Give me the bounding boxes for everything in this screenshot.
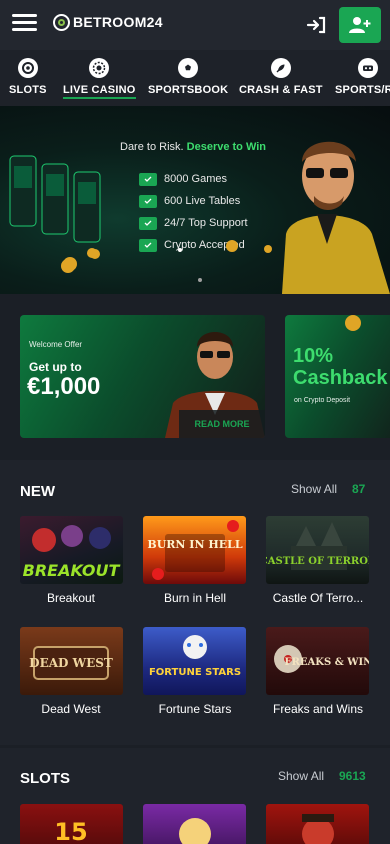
promo-carousel: Welcome Offer Get up to €1,000 READ MORE… [20, 315, 390, 438]
nav-item-sports-ra[interactable]: SPORTS/RA [335, 50, 390, 106]
games-count-badge: 9613 [339, 769, 366, 783]
cashback-percent: 10% [293, 345, 334, 367]
section-title: NEW [20, 483, 55, 500]
category-nav: SLOTS LIVE CASINO SPORTSBOOK CRASH & FAS… [0, 50, 390, 106]
coin-decorations [61, 240, 238, 282]
game-title: Castle Of Terro... [272, 591, 364, 605]
welcome-offer-card[interactable]: Welcome Offer Get up to €1,000 READ MORE [20, 315, 265, 438]
game-art: CASTLE OF TERROR [266, 522, 369, 570]
game-art-title: FREAKS & WINS [285, 657, 369, 668]
game-title: Dead West [41, 702, 101, 716]
game-tile-castle-of-terror[interactable]: CASTLE OF TERROR [266, 516, 369, 584]
slots-icon [17, 58, 38, 78]
live-casino-icon [89, 58, 110, 78]
add-user-icon [349, 17, 371, 33]
game-tile[interactable] [143, 804, 246, 844]
logo-mark-icon [53, 13, 70, 31]
promo-small-text: Welcome Offer [29, 340, 83, 349]
signup-button[interactable] [339, 7, 381, 43]
game-art: DEAD WEST [29, 646, 113, 680]
nav-label: SLOTS [9, 84, 47, 96]
game-tile[interactable] [266, 804, 369, 844]
game-tile-fortune-stars[interactable]: FORTUNE STARS [143, 627, 246, 695]
login-icon[interactable] [306, 15, 328, 35]
nav-label: CRASH & FAST [239, 84, 323, 96]
show-all-link[interactable]: Show All [278, 769, 324, 783]
game-art [302, 814, 334, 844]
vr-headset-icon [357, 58, 378, 78]
nav-item-sportsbook[interactable]: SPORTSBOOK [148, 50, 228, 106]
game-art-title: BREAKOUT [23, 561, 121, 580]
nav-item-crash-fast[interactable]: CRASH & FAST [239, 50, 323, 106]
hero-banner[interactable]: Dare to Risk. Deserve to Win 8000 Games … [0, 106, 390, 294]
game-title: Freaks and Wins [272, 702, 364, 716]
new-games-section: NEW Show All 87 BREAKOUT Breakout BURN I… [0, 460, 390, 745]
brand-logo[interactable]: BETROOM24 [53, 12, 163, 32]
game-art-title: CASTLE OF TERROR [266, 556, 369, 567]
game-art-title: DEAD WEST [29, 656, 113, 670]
soccer-ball-icon [178, 58, 199, 78]
game-title: Breakout [46, 591, 96, 605]
game-art-title: BURN IN HELL [147, 538, 242, 551]
promo-amount: €1,000 [27, 373, 101, 400]
game-art: BURN IN HELL [147, 520, 243, 580]
coin-decorations [345, 315, 361, 331]
cashback-word: Cashback [293, 367, 388, 389]
game-tile-freaks-and-wins[interactable]: FREAKS & WINS [266, 627, 369, 695]
game-tile[interactable]: 15 [20, 804, 123, 844]
promo-mid-text: Get up to [29, 360, 82, 374]
game-art: BREAKOUT [23, 525, 121, 580]
game-title: Fortune Stars [158, 702, 232, 716]
slots-section: SLOTS Show All 9613 15 [0, 748, 390, 844]
game-tile-breakout[interactable]: BREAKOUT [20, 516, 123, 584]
game-art [179, 818, 211, 844]
section-title: SLOTS [20, 770, 71, 787]
game-art: FORTUNE STARS [149, 635, 241, 678]
game-tile-burn-in-hell[interactable]: BURN IN HELL [143, 516, 246, 584]
cashback-subtitle: on Crypto Deposit [294, 397, 351, 404]
game-art-title: 15 [54, 818, 87, 844]
game-tile-dead-west[interactable]: DEAD WEST [20, 627, 123, 695]
rocket-icon [270, 58, 291, 78]
game-art: FREAKS & WINS [274, 645, 369, 673]
nav-item-slots[interactable]: SLOTS [9, 50, 47, 106]
games-count-badge: 87 [352, 482, 366, 496]
hamburger-icon[interactable] [12, 14, 37, 32]
cashback-card[interactable]: 10% Cashback on Crypto Deposit [285, 315, 390, 438]
game-art: 15 [54, 818, 87, 844]
logo-text: BETROOM24 [73, 14, 163, 30]
nav-label: LIVE CASINO [63, 84, 136, 99]
nav-item-live-casino[interactable]: LIVE CASINO [63, 50, 136, 106]
game-title: Burn in Hell [163, 591, 227, 605]
game-art-title: FORTUNE STARS [149, 667, 241, 678]
top-header: BETROOM24 [0, 0, 390, 50]
read-more-button[interactable]: READ MORE [179, 410, 265, 438]
nav-label: SPORTS/RA [335, 84, 390, 96]
nav-label: SPORTSBOOK [148, 84, 229, 96]
show-all-link[interactable]: Show All [291, 482, 337, 496]
